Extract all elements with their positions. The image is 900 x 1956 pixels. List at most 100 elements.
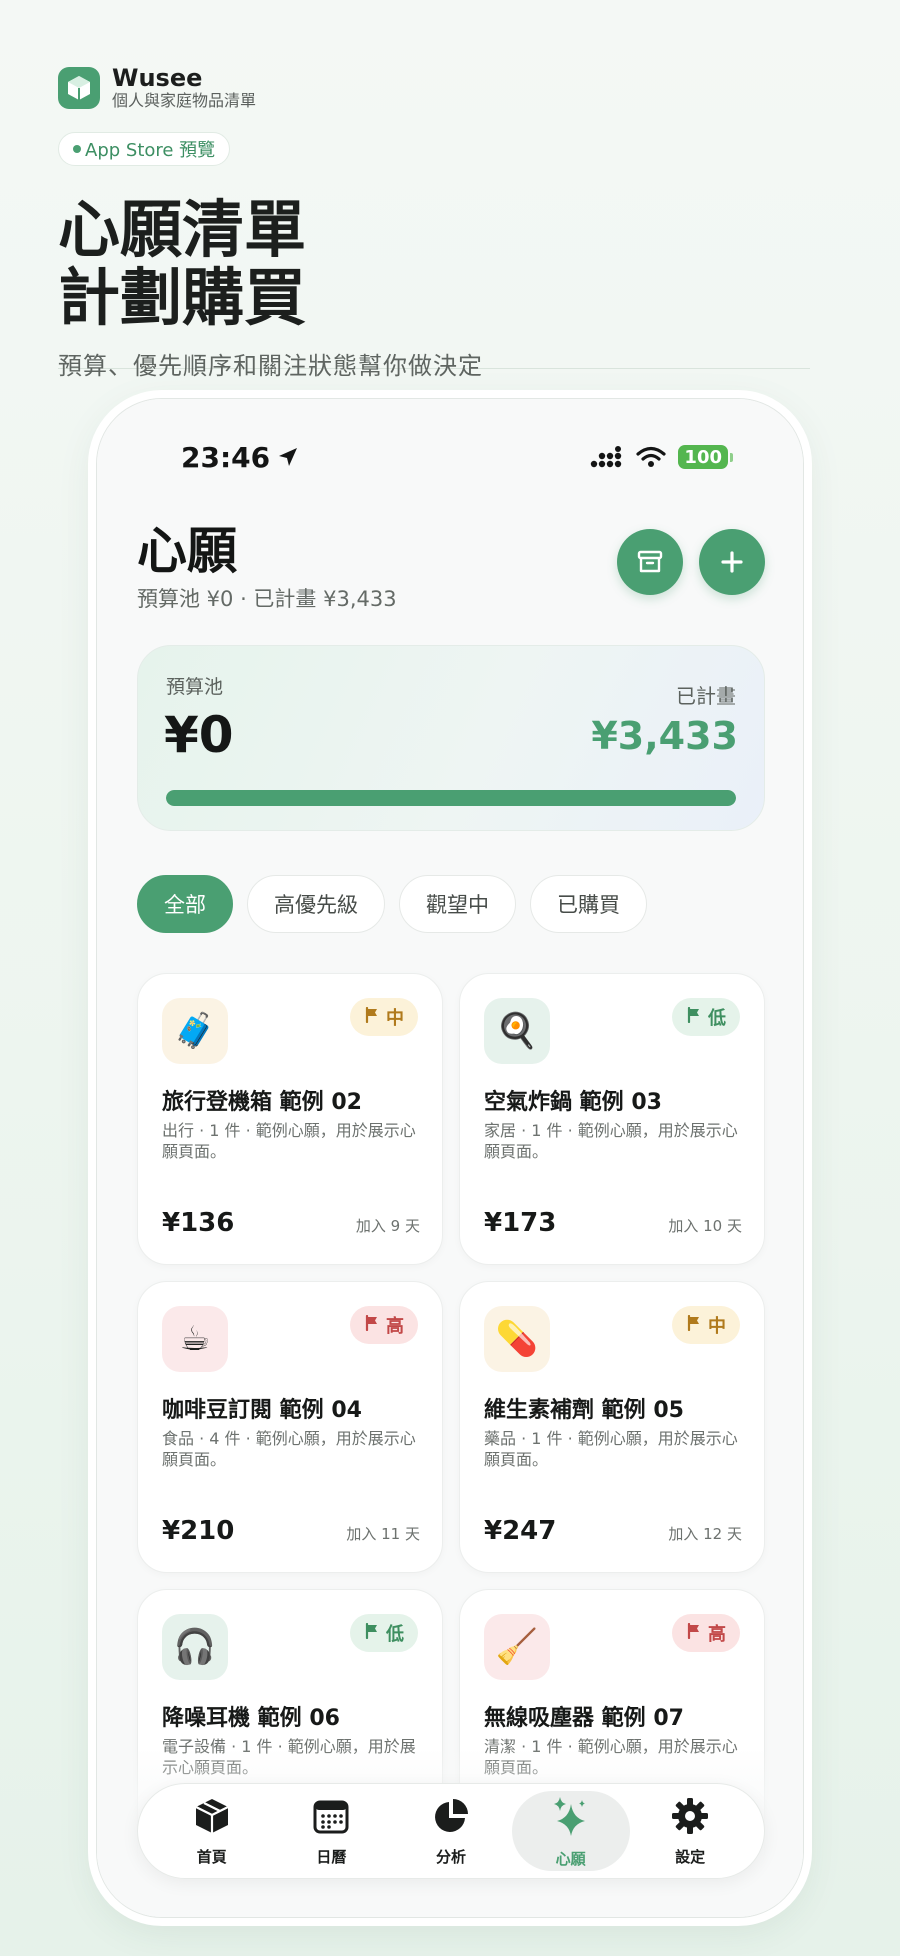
tab-pie-chart[interactable]: 分析 (392, 1791, 510, 1871)
app-screen: 23:46 100 心願 預算池 ¥0 · 已計畫 ¥3,433 預算池 ¥0 … (97, 399, 803, 1917)
phone-frame: 23:46 100 心願 預算池 ¥0 · 已計畫 ¥3,433 預算池 ¥0 … (96, 398, 804, 1918)
wish-card[interactable]: 🧳 中旅行登機箱 範例 02 出行 · 1 件 · 範例心願，用於展示心願頁面。 ¥1… (137, 973, 443, 1265)
budget-card: 預算池 ¥0 已計畫 ¥3,433 (137, 645, 765, 831)
coffee-icon: ☕ (162, 1306, 228, 1372)
brand: Wusee 個人與家庭物品清單 (58, 64, 257, 111)
wish-title: 咖啡豆訂閱 範例 04 (162, 1398, 362, 1423)
tab-label: 心願 (555, 1849, 586, 1868)
priority-label: 低 (708, 1008, 726, 1029)
tab-label: 分析 (435, 1847, 466, 1866)
tab-calendar[interactable]: 日曆 (272, 1791, 390, 1871)
wish-title: 維生素補劑 範例 05 (484, 1398, 684, 1423)
page-title: 心願 (137, 522, 237, 580)
flag-icon (364, 1622, 380, 1644)
archive-button[interactable] (617, 529, 683, 595)
budget-progress-bar (166, 790, 736, 806)
app-store-preview-badge: App Store 預覽 (58, 132, 231, 166)
wish-price: ¥247 (484, 1516, 557, 1546)
hero-headline: 心願清單 計劃購買 (58, 196, 306, 332)
wish-added-days: 加入 9 天 (355, 1217, 420, 1235)
priority-label: 中 (708, 1316, 726, 1337)
budget-progress-fill (166, 790, 736, 806)
wish-added-days: 加入 12 天 (668, 1525, 742, 1543)
pie-chart-icon (431, 1796, 471, 1840)
headline-line-2: 計劃購買 (58, 261, 307, 334)
status-time: 23:46 (181, 441, 300, 474)
wish-card[interactable]: 🍳 低空氣炸鍋 範例 03 家居 · 1 件 · 範例心願，用於展示心願頁面。 ¥17… (459, 973, 765, 1265)
flag-icon (364, 1314, 380, 1336)
sparkles-icon (549, 1794, 593, 1842)
headline-line-1: 心願清單 (58, 193, 307, 266)
priority-badge: 中 (350, 998, 418, 1036)
priority-label: 低 (386, 1624, 404, 1645)
time-text: 23:46 (181, 440, 271, 474)
box-icon (192, 1796, 232, 1840)
frying-pan-icon: 🍳 (484, 998, 550, 1064)
battery-indicator: 100 (678, 445, 728, 469)
filter-chip[interactable]: 高優先級 (247, 875, 385, 933)
priority-badge: 高 (350, 1306, 418, 1344)
tab-bar: 首頁 日曆 分析 心願 設定 (137, 1783, 765, 1879)
dot-icon (73, 145, 81, 153)
filter-chip[interactable]: 已購買 (530, 875, 647, 933)
wish-description: 家居 · 1 件 · 範例心願，用於展示心願頁面。 (484, 1121, 738, 1161)
wish-title: 降噪耳機 範例 06 (162, 1706, 340, 1731)
archive-icon (637, 550, 663, 573)
headphones-icon: 🎧 (162, 1614, 228, 1680)
tab-label: 設定 (675, 1847, 706, 1866)
brand-subtitle: 個人與家庭物品清單 (112, 91, 257, 111)
add-wish-button[interactable] (699, 529, 765, 595)
pill-icon: 💊 (484, 1306, 550, 1372)
luggage-icon: 🧳 (162, 998, 228, 1064)
flag-icon (686, 1622, 702, 1644)
priority-badge: 低 (350, 1614, 418, 1652)
wish-description: 藥品 · 1 件 · 範例心願，用於展示心願頁面。 (484, 1429, 738, 1469)
filter-chip[interactable]: 全部 (137, 875, 233, 933)
tab-sparkles[interactable]: 心願 (511, 1791, 630, 1871)
wish-price: ¥136 (162, 1208, 235, 1238)
status-bar: 23:46 100 (181, 439, 733, 475)
wish-grid: 🧳 中旅行登機箱 範例 02 出行 · 1 件 · 範例心願，用於展示心願頁面。 ¥1… (137, 973, 765, 1881)
tab-label: 首頁 (196, 1847, 227, 1866)
wish-title: 無線吸塵器 範例 07 (484, 1706, 684, 1731)
badge-label: App Store 預覽 (85, 140, 216, 161)
page-subtitle: 預算池 ¥0 · 已計畫 ¥3,433 (137, 587, 397, 611)
priority-label: 中 (386, 1008, 404, 1029)
priority-label: 高 (708, 1624, 726, 1645)
wish-title: 旅行登機箱 範例 02 (162, 1090, 362, 1115)
budget-pool-value: ¥0 (164, 706, 234, 764)
tab-label: 日曆 (316, 1847, 347, 1866)
priority-label: 高 (386, 1316, 404, 1337)
location-arrow-icon (279, 448, 298, 466)
broom-icon: 🧹 (484, 1614, 550, 1680)
wish-added-days: 加入 10 天 (668, 1217, 742, 1235)
wish-added-days: 加入 11 天 (346, 1525, 420, 1543)
gear-icon (670, 1796, 710, 1840)
filter-chips: 全部 高優先級 觀望中 已購買 (137, 875, 647, 933)
budget-pool-label: 預算池 (166, 676, 224, 698)
wish-title: 空氣炸鍋 範例 03 (484, 1090, 662, 1115)
brand-name: Wusee (112, 64, 203, 92)
tab-box[interactable]: 首頁 (153, 1791, 271, 1871)
planned-value: ¥3,433 (591, 714, 738, 758)
flag-icon (686, 1006, 702, 1028)
wish-price: ¥210 (162, 1516, 235, 1546)
wish-description: 出行 · 1 件 · 範例心願，用於展示心願頁面。 (162, 1121, 416, 1161)
flag-icon (686, 1314, 702, 1336)
filter-chip[interactable]: 觀望中 (399, 875, 516, 933)
wish-description: 食品 · 4 件 · 範例心願，用於展示心願頁面。 (162, 1429, 416, 1469)
wish-price: ¥173 (484, 1208, 557, 1238)
tab-gear[interactable]: 設定 (631, 1791, 749, 1871)
priority-badge: 高 (672, 1614, 740, 1652)
wish-card[interactable]: 💊 中維生素補劑 範例 05 藥品 · 1 件 · 範例心願，用於展示心願頁面。 ¥2… (459, 1281, 765, 1573)
signal-icon (591, 446, 622, 468)
plus-icon (721, 551, 743, 573)
hero-tagline: 預算、優先順序和關注狀態幫你做決定 (58, 352, 483, 380)
wish-card[interactable]: ☕ 高咖啡豆訂閱 範例 04 食品 · 4 件 · 範例心願，用於展示心願頁面。 ¥2… (137, 1281, 443, 1573)
flag-icon (364, 1006, 380, 1028)
wifi-icon (636, 446, 667, 467)
planned-label: 已計畫 (676, 684, 736, 708)
app-logo-icon (58, 67, 100, 110)
priority-badge: 低 (672, 998, 740, 1036)
priority-badge: 中 (672, 1306, 740, 1344)
